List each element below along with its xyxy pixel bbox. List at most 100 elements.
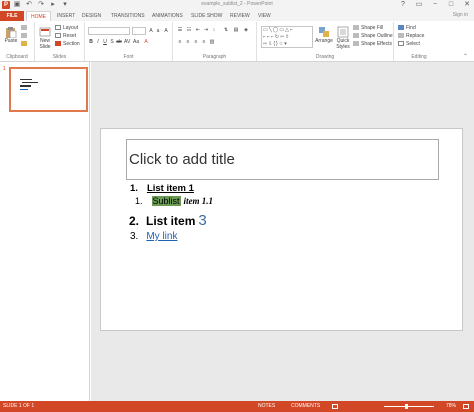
slide-canvas[interactable]: Click to add title 1. List item 1 1. Subli… [100, 128, 463, 331]
align-text-icon[interactable]: ▤ [233, 27, 239, 33]
select-label: Select [406, 41, 420, 47]
font-name-select[interactable] [88, 27, 130, 35]
tab-animations[interactable]: ANIMATIONS [152, 11, 183, 21]
tab-insert[interactable]: INSERT [57, 11, 75, 21]
font-group-label: Font [123, 54, 134, 60]
comments-button[interactable]: COMMENTS [291, 401, 320, 412]
copy-icon [21, 33, 27, 39]
tab-home[interactable]: HOME [26, 11, 51, 21]
list-item-text: List item [146, 214, 196, 228]
clear-formatting-icon[interactable]: A [163, 28, 169, 34]
arrange-label: Arrange [315, 38, 333, 44]
clipboard-icon [6, 27, 17, 38]
quick-styles-icon [337, 26, 349, 38]
tab-design[interactable]: DESIGN [82, 11, 101, 21]
line-spacing-icon[interactable]: ↕ [211, 27, 217, 33]
justify-icon[interactable]: ≡ [201, 39, 207, 45]
help-button[interactable]: ? [398, 0, 408, 9]
shape-outline-button[interactable]: Shape Outline [353, 33, 393, 40]
find-button[interactable]: Find [398, 25, 416, 32]
reset-button[interactable]: Reset [55, 33, 76, 40]
replace-label: Replace [406, 33, 425, 39]
shrink-font-icon[interactable]: a [155, 28, 161, 34]
zoom-slider[interactable] [384, 406, 434, 407]
font-size-select[interactable] [132, 27, 146, 35]
select-button[interactable]: Select [398, 41, 420, 48]
layout-button[interactable]: Layout [55, 25, 78, 32]
numbering-icon[interactable]: ☷ [186, 27, 192, 33]
thumbnail-line [20, 79, 32, 80]
align-right-icon[interactable]: ≡ [193, 39, 199, 45]
highlighted-text: Sublist [151, 196, 181, 206]
close-button[interactable]: ✕ [462, 0, 472, 9]
replace-button[interactable]: Replace [398, 33, 424, 40]
shapes-gallery[interactable]: ▭╲◯▭△⌐ ⌐⌐⌐↻⇦⇧ ⇨⇩{}☆▾ [261, 26, 313, 48]
new-slide-button[interactable]: New Slide [36, 26, 54, 50]
change-case-icon[interactable]: Aa [133, 39, 139, 45]
content-placeholder[interactable]: 1. List item 1 1. Sublist item 1.1 2. List i… [101, 129, 464, 332]
zoom-slider-thumb[interactable] [405, 404, 408, 409]
bold-icon[interactable]: B [88, 39, 94, 45]
drawing-group-label: Drawing [315, 54, 335, 60]
underline-icon[interactable]: U [102, 39, 108, 45]
list-item-large-number: 3 [198, 212, 207, 229]
tab-transitions[interactable]: TRANSITIONS [111, 11, 145, 21]
increase-indent-icon[interactable]: ⇥ [203, 27, 209, 33]
editing-group-label: Editing [411, 54, 427, 60]
section-label: Section [63, 41, 80, 47]
tab-slide-show[interactable]: SLIDE SHOW [191, 11, 222, 21]
clipboard-group: Paste Clipboard [0, 22, 35, 61]
pen-icon [353, 33, 359, 39]
cut-button[interactable] [21, 25, 29, 32]
arrange-button[interactable]: Arrange [315, 26, 333, 44]
font-color-icon[interactable]: A [143, 39, 149, 45]
ribbon-display-options-button[interactable]: ▭ [414, 0, 424, 9]
list-item[interactable]: 2. List item 3 [129, 212, 207, 229]
section-button[interactable]: Section [55, 41, 80, 48]
tab-review[interactable]: REVIEW [230, 11, 250, 21]
italic-icon[interactable]: I [95, 39, 101, 45]
format-painter-button[interactable] [21, 41, 29, 48]
slide-thumbnail[interactable] [9, 67, 88, 112]
tab-view[interactable]: VIEW [258, 11, 271, 21]
maximize-button[interactable]: □ [446, 0, 456, 9]
bullets-icon[interactable]: ☰ [177, 27, 183, 33]
thumbnail-line [20, 85, 31, 87]
arrange-icon [319, 27, 329, 37]
collapse-ribbon-icon[interactable]: ⌃ [463, 53, 468, 60]
strikethrough-icon[interactable]: ab [116, 39, 122, 45]
paste-button[interactable]: Paste [3, 26, 19, 44]
list-item-text: List item 1 [146, 183, 194, 194]
cursor-icon [398, 41, 404, 47]
zoom-level[interactable]: 78% [446, 401, 456, 412]
minimize-button[interactable]: − [430, 0, 440, 9]
copy-button[interactable] [21, 33, 29, 40]
fit-slide-icon[interactable] [463, 404, 469, 409]
decrease-indent-icon[interactable]: ⇤ [195, 27, 201, 33]
sublist-item[interactable]: 1. Sublist item 1.1 [135, 196, 213, 206]
slides-group: New Slide Layout Reset Section Slides [35, 22, 85, 61]
grow-font-icon[interactable]: A [148, 28, 154, 34]
layout-icon [55, 25, 61, 31]
font-group: A a A B I U S ab AV Aa A Font [85, 22, 173, 61]
hyperlink[interactable]: My link [146, 231, 177, 242]
list-item[interactable]: 1. List item 1 [130, 183, 194, 194]
notes-button[interactable]: NOTES [258, 401, 275, 412]
sign-in-link[interactable]: Sign in [453, 10, 468, 21]
list-number: 1. [130, 183, 138, 194]
binoculars-icon [398, 25, 404, 31]
quick-styles-button[interactable]: Quick Styles [334, 26, 352, 50]
smartart-icon[interactable]: ◈ [243, 27, 249, 33]
text-direction-icon[interactable]: ⇅ [223, 27, 229, 33]
center-icon[interactable]: ≡ [185, 39, 191, 45]
char-spacing-icon[interactable]: AV [124, 39, 130, 45]
shape-fill-button[interactable]: Shape Fill [353, 25, 383, 32]
align-left-icon[interactable]: ≡ [177, 39, 183, 45]
thumbnail-line [20, 89, 28, 90]
shadow-icon[interactable]: S [109, 39, 115, 45]
shape-effects-button[interactable]: Shape Effects [353, 41, 392, 48]
list-item[interactable]: 3. My link [130, 231, 177, 242]
normal-view-icon[interactable] [332, 404, 338, 409]
tab-file[interactable]: FILE [0, 11, 24, 21]
columns-icon[interactable]: ▥ [209, 39, 215, 45]
